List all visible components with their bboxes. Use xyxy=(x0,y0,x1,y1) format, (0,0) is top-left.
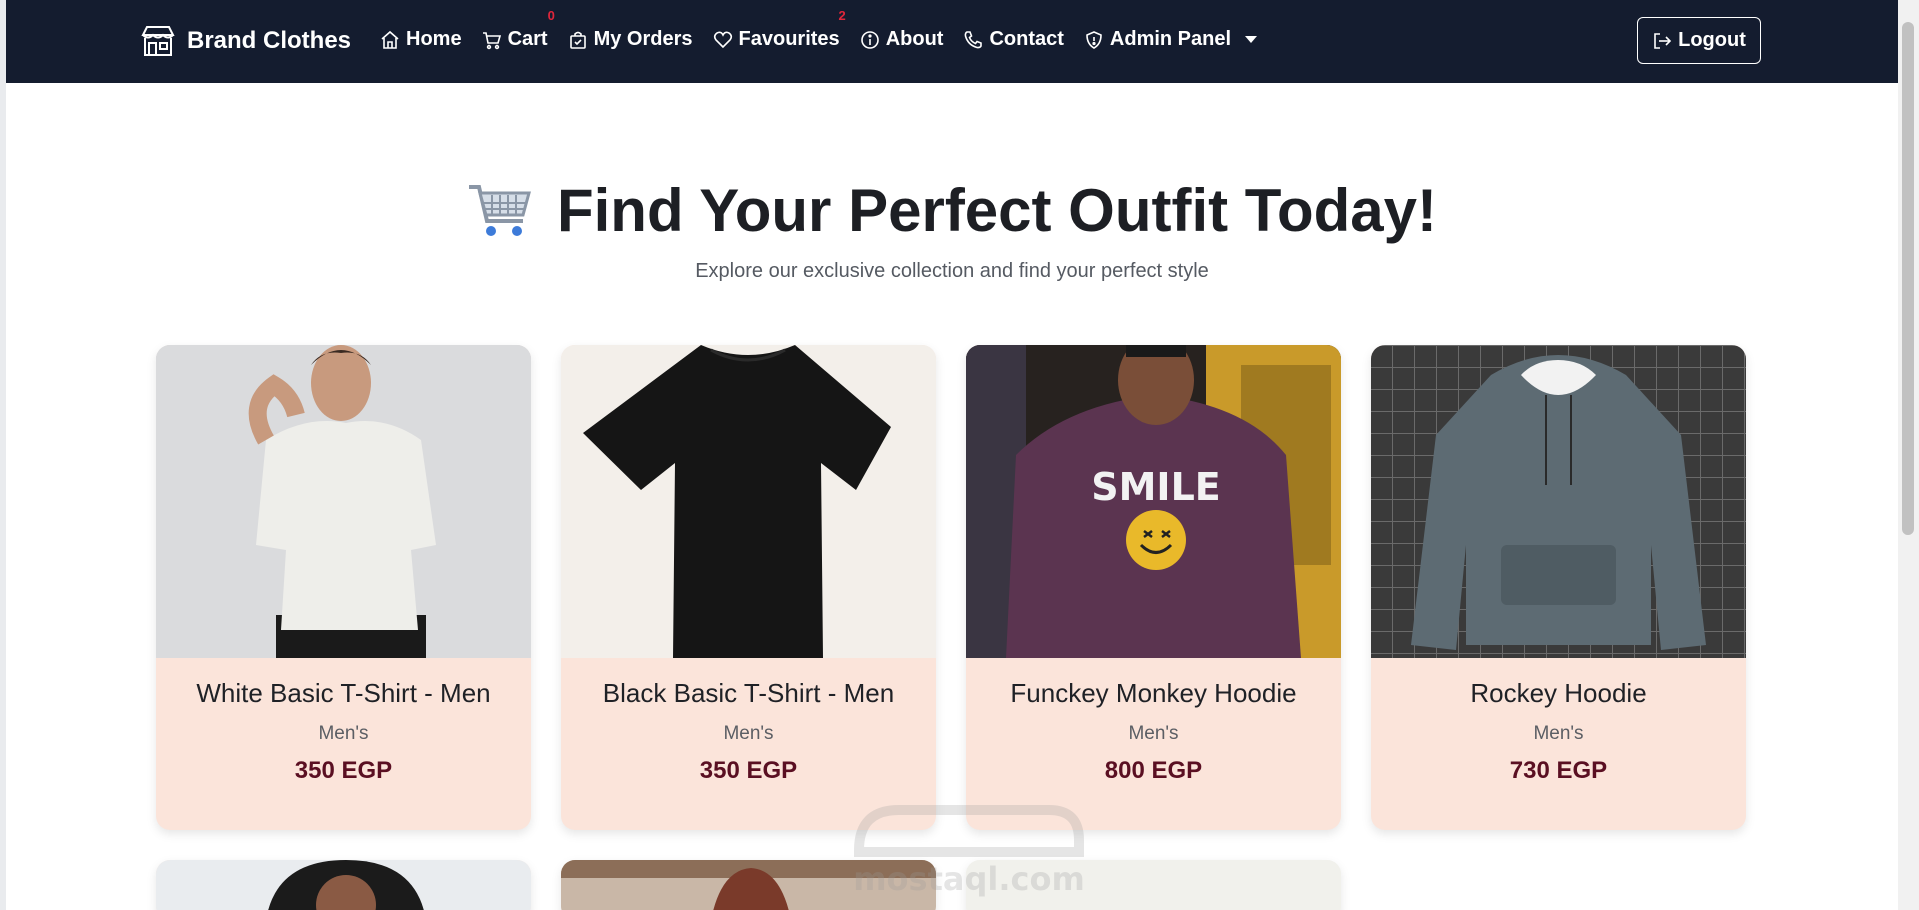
cart-icon xyxy=(482,31,501,49)
hero-title: Find Your Perfect Outfit Today! xyxy=(6,176,1898,245)
nav-contact-label: Contact xyxy=(989,28,1064,50)
info-icon xyxy=(860,30,879,49)
cart-count-badge: 0 xyxy=(547,8,555,23)
brand-link[interactable]: Brand Clothes xyxy=(139,22,351,60)
nav-about-label: About xyxy=(885,28,944,50)
scrollbar-thumb[interactable] xyxy=(1902,22,1914,535)
product-category: Men's xyxy=(318,723,369,744)
product-category: Men's xyxy=(1128,723,1179,744)
product-info: White Basic T-Shirt - Men Men's 350 EGP xyxy=(156,658,531,785)
store-icon xyxy=(141,26,175,56)
svg-text:SMILE: SMILE xyxy=(1091,465,1221,509)
product-info: Funckey Monkey Hoodie Men's 800 EGP xyxy=(966,658,1341,785)
product-image[interactable]: SMILE xyxy=(966,345,1341,658)
nav-admin-panel-dropdown[interactable]: Admin Panel xyxy=(1084,28,1258,51)
product-card[interactable] xyxy=(156,860,531,910)
product-category: Men's xyxy=(723,723,774,744)
nav-my-orders-label: My Orders xyxy=(593,28,693,50)
product-card[interactable]: Rockey Hoodie Men's 730 EGP xyxy=(1371,345,1746,830)
navbar: Brand Clothes Home Cart 0 My Orders Favo… xyxy=(6,0,1898,83)
product-name: White Basic T-Shirt - Men xyxy=(196,678,491,708)
nav-admin-panel-label: Admin Panel xyxy=(1109,28,1232,50)
black-tshirt-image xyxy=(561,345,936,658)
product-card[interactable]: SMILE Funckey Monkey Hoodie Men's 800 EG… xyxy=(966,345,1341,830)
favourites-count-badge: 2 xyxy=(838,8,846,23)
product-name: Black Basic T-Shirt - Men xyxy=(602,678,895,708)
page: Brand Clothes Home Cart 0 My Orders Favo… xyxy=(6,0,1898,910)
nav-cart-label: Cart xyxy=(507,28,548,50)
product-image[interactable] xyxy=(156,860,531,910)
shopping-cart-emoji-icon xyxy=(468,184,531,236)
brand-name: Brand Clothes xyxy=(187,27,352,54)
nav-my-orders[interactable]: My Orders xyxy=(568,28,693,51)
product-price: 730 EGP xyxy=(1509,757,1608,784)
gray-hoodie-image xyxy=(1371,345,1746,658)
white-tshirt-model-image xyxy=(156,345,531,658)
product-image[interactable] xyxy=(1371,345,1746,658)
bag-check-icon xyxy=(569,31,586,49)
nav-about[interactable]: About xyxy=(860,28,944,51)
product-info: Black Basic T-Shirt - Men Men's 350 EGP xyxy=(561,658,936,785)
product-price: 350 EGP xyxy=(699,757,798,784)
product-image[interactable] xyxy=(561,345,936,658)
phone-icon xyxy=(965,30,983,48)
home-icon xyxy=(381,30,399,49)
product-name: Funckey Monkey Hoodie xyxy=(1010,678,1297,708)
product-price: 800 EGP xyxy=(1104,757,1203,784)
purple-hoodie-model-image: SMILE xyxy=(966,345,1341,658)
watermark-text: mostaql.com xyxy=(853,860,1085,898)
nav-home-label: Home xyxy=(406,28,462,50)
product-price: 350 EGP xyxy=(294,757,393,784)
nav-favourites[interactable]: Favourites 2 xyxy=(713,8,846,51)
nav-favourites-label: Favourites xyxy=(738,28,840,50)
product-name: Rockey Hoodie xyxy=(1470,678,1647,708)
product-info: Rockey Hoodie Men's 730 EGP xyxy=(1371,658,1746,785)
logout-icon xyxy=(1654,32,1672,49)
product-category: Men's xyxy=(1533,723,1584,744)
product-card[interactable]: Black Basic T-Shirt - Men Men's 350 EGP xyxy=(561,345,936,830)
nav-home[interactable]: Home xyxy=(380,28,462,51)
mostaql-watermark-logo: mostaql.com xyxy=(853,805,1085,898)
product-card[interactable]: White Basic T-Shirt - Men Men's 350 EGP xyxy=(156,345,531,830)
nav-cart[interactable]: Cart 0 xyxy=(482,8,555,51)
heart-icon xyxy=(713,31,732,48)
nav-contact[interactable]: Contact xyxy=(963,28,1064,51)
logout-button[interactable]: Logout xyxy=(1637,17,1761,64)
product-image[interactable] xyxy=(156,345,531,658)
chevron-down-icon xyxy=(1245,36,1258,43)
nav-links: Home Cart 0 My Orders Favourites 2 About xyxy=(380,8,1258,51)
shield-icon xyxy=(1086,30,1102,49)
logout-label: Logout xyxy=(1678,29,1746,51)
hero-subtitle: Explore our exclusive collection and fin… xyxy=(695,260,1209,282)
hero-title-text: Find Your Perfect Outfit Today! xyxy=(556,177,1438,244)
